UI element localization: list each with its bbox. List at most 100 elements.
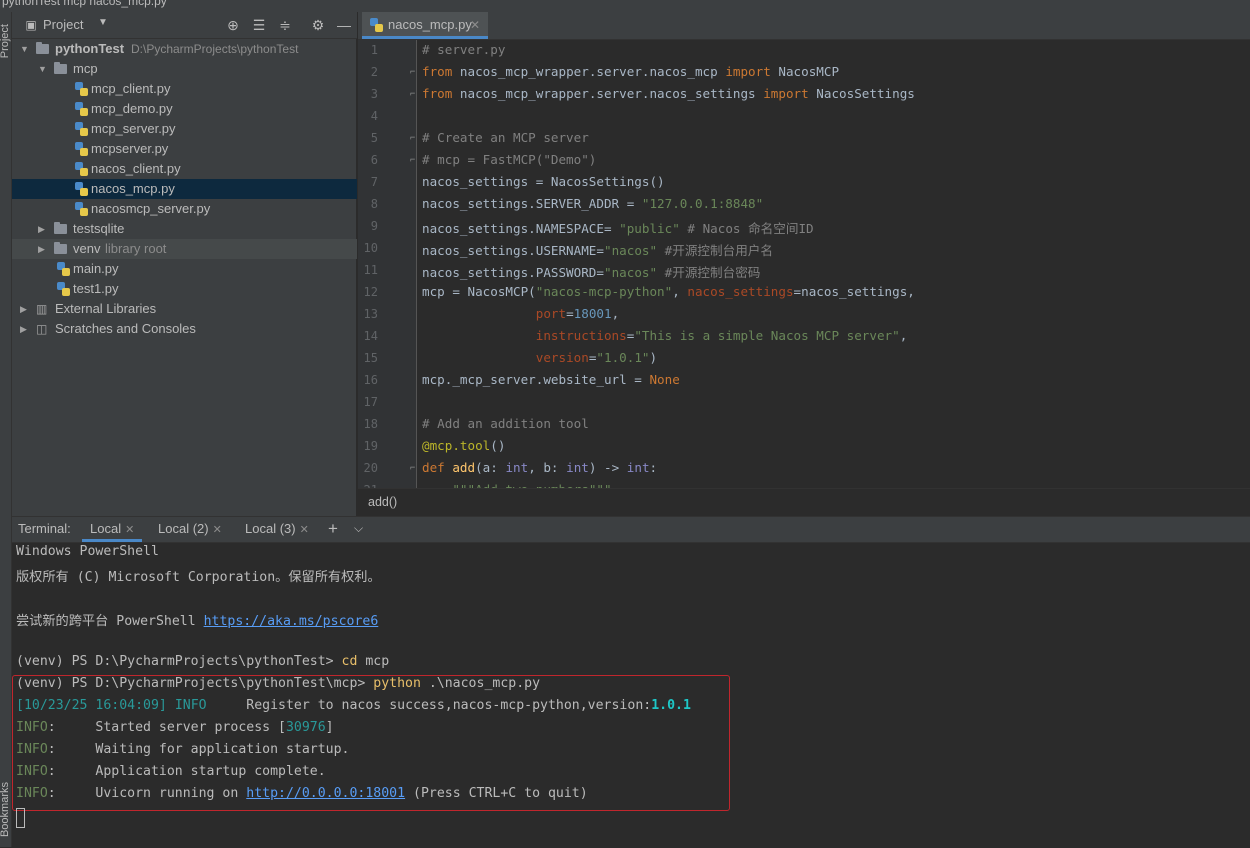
- minimize-icon[interactable]: —: [335, 16, 353, 34]
- close-icon[interactable]: ✕: [300, 524, 309, 536]
- close-icon[interactable]: ✕: [213, 524, 222, 536]
- libraries-icon: ▥: [36, 302, 48, 316]
- chevron-right-icon[interactable]: ▶: [20, 319, 27, 339]
- tree-item-venv[interactable]: ▶ venv library root: [12, 239, 357, 259]
- tree-item-label: venv: [73, 241, 101, 256]
- terminal-cursor: [16, 808, 25, 828]
- code-line: nacos_settings.USERNAME="nacos" #开源控制台用户…: [422, 243, 773, 258]
- chevron-down-icon[interactable]: ▼: [98, 17, 108, 28]
- folder-icon: [54, 222, 67, 234]
- python-file-icon: [57, 262, 70, 276]
- navigation-bar: pythonTest mcp nacos_mcp.py: [0, 0, 1250, 12]
- chevron-down-icon[interactable]: ⌵: [354, 517, 363, 542]
- editor-tab-bar: nacos_mcp.py ✕: [358, 12, 1250, 40]
- python-file-icon: [75, 162, 88, 176]
- tree-item-file[interactable]: main.py: [12, 259, 357, 279]
- collapse-all-icon[interactable]: ≑: [276, 16, 294, 34]
- python-file-icon: [75, 122, 88, 136]
- expand-all-icon[interactable]: ☰: [250, 16, 268, 34]
- code-line: # Add an addition tool: [422, 416, 589, 431]
- code-line: # mcp = FastMCP("Demo"): [422, 152, 597, 167]
- code-line: version="1.0.1"): [535, 350, 658, 365]
- python-file-icon: [75, 142, 88, 156]
- terminal-line: 版权所有 (C) Microsoft Corporation。保留所有权利。: [16, 570, 381, 585]
- code-content[interactable]: # server.py from nacos_mcp_wrapper.serve…: [358, 40, 1250, 488]
- code-line: @mcp.tool(): [422, 438, 506, 453]
- tab-label: nacos_mcp.py: [388, 17, 472, 32]
- terminal-output[interactable]: Windows PowerShell 版权所有 (C) Microsoft Co…: [12, 542, 1250, 848]
- tree-item-file[interactable]: mcp_demo.py: [12, 99, 357, 119]
- code-line: nacos_settings.NAMESPACE= "public" # Nac…: [422, 221, 814, 236]
- tab-label: Local (2): [158, 521, 209, 536]
- add-terminal-icon[interactable]: +: [328, 517, 338, 542]
- terminal-link[interactable]: https://aka.ms/pscore6: [204, 614, 379, 629]
- annotation-highlight-box: [12, 675, 730, 811]
- tree-item-label: nacos_mcp.py: [91, 181, 175, 196]
- tree-item-file-selected[interactable]: nacos_mcp.py: [12, 179, 357, 199]
- tree-item-label: main.py: [73, 261, 119, 276]
- close-icon[interactable]: ✕: [125, 524, 134, 536]
- tree-item-external-libraries[interactable]: ▶ ▥ External Libraries: [12, 299, 357, 319]
- chevron-right-icon[interactable]: ▶: [38, 219, 45, 239]
- tree-item-label: External Libraries: [55, 301, 157, 316]
- code-line: nacos_settings = NacosSettings(): [422, 174, 665, 189]
- terminal-label: Terminal:: [18, 521, 71, 536]
- python-file-icon: [57, 282, 70, 296]
- left-tool-stripe: Project Bookmarks: [0, 12, 12, 847]
- close-icon[interactable]: ✕: [470, 12, 480, 38]
- tree-item-label: test1.py: [73, 281, 119, 296]
- tab-local[interactable]: Local ✕: [82, 517, 143, 542]
- tab-label: Local: [90, 521, 122, 536]
- nav-breadcrumb[interactable]: pythonTest mcp nacos_mcp.py: [2, 0, 167, 8]
- tree-item-label: pythonTest: [55, 41, 125, 56]
- python-file-icon: [75, 202, 88, 216]
- tree-item-scratches[interactable]: ▶ ◫ Scratches and Consoles: [12, 319, 357, 339]
- tree-item-file[interactable]: nacosmcp_server.py: [12, 199, 357, 219]
- code-line: # Create an MCP server: [422, 130, 589, 145]
- breadcrumb-function[interactable]: add(): [368, 495, 397, 509]
- terminal-tab-bar: Terminal: Local ✕ Local (2) ✕ Local (3) ✕ +…: [12, 517, 1250, 543]
- code-line: nacos_settings.SERVER_ADDR = "127.0.0.1:…: [422, 196, 764, 211]
- chevron-right-icon[interactable]: ▶: [38, 239, 45, 259]
- tree-item-label: testsqlite: [73, 221, 125, 236]
- python-file-icon: [75, 182, 88, 196]
- chevron-right-icon[interactable]: ▶: [20, 299, 27, 319]
- tab-nacos-mcp[interactable]: nacos_mcp.py ✕: [362, 12, 488, 39]
- code-editor: nacos_mcp.py ✕ 1 2 3 4 5 6 7 8 9 10 11 1…: [358, 12, 1250, 517]
- tree-item-path: library root: [105, 241, 167, 256]
- tree-item-file[interactable]: mcp_client.py: [12, 79, 357, 99]
- tab-label: Local (3): [245, 521, 296, 536]
- tree-item-file[interactable]: nacos_client.py: [12, 159, 357, 179]
- code-line: from nacos_mcp_wrapper.server.nacos_sett…: [422, 86, 915, 101]
- code-line: port=18001,: [535, 306, 620, 321]
- tab-local-3[interactable]: Local (3) ✕: [245, 517, 309, 542]
- folder-icon: [36, 42, 49, 54]
- python-file-icon: [75, 102, 88, 116]
- project-panel: ▣ Project ▼ ⊕ ☰ ≑ ⚙ — ▼ pythonTest D:\Py…: [12, 12, 357, 516]
- project-panel-title[interactable]: Project: [43, 17, 83, 32]
- chevron-down-icon[interactable]: ▼: [20, 39, 29, 59]
- tree-item-label: mcp_demo.py: [91, 101, 173, 116]
- locate-icon[interactable]: ⊕: [224, 16, 242, 34]
- tree-item-file[interactable]: mcp_server.py: [12, 119, 357, 139]
- folder-icon: [54, 62, 67, 74]
- tree-item-file[interactable]: mcpserver.py: [12, 139, 357, 159]
- gear-icon[interactable]: ⚙: [309, 16, 327, 34]
- code-line: instructions="This is a simple Nacos MCP…: [535, 328, 908, 343]
- folder-icon: [54, 242, 67, 254]
- tree-item-pythontest[interactable]: ▼ pythonTest D:\PycharmProjects\pythonTe…: [12, 39, 357, 59]
- editor-breadcrumb: add(): [358, 488, 1250, 517]
- python-file-icon: [370, 18, 383, 32]
- tree-item-label: mcpserver.py: [91, 141, 169, 156]
- tree-item-testsqlite[interactable]: ▶ testsqlite: [12, 219, 357, 239]
- chevron-down-icon[interactable]: ▼: [38, 59, 47, 79]
- terminal-panel: Terminal: Local ✕ Local (2) ✕ Local (3) ✕ +…: [12, 516, 1250, 847]
- project-tool-button[interactable]: Project: [0, 24, 11, 58]
- tab-local-2[interactable]: Local (2) ✕: [158, 517, 222, 542]
- terminal-line: 尝试新的跨平台 PowerShell https://aka.ms/pscore…: [16, 614, 379, 629]
- tree-item-file[interactable]: test1.py: [12, 279, 357, 299]
- project-view-icon: ▣: [25, 18, 37, 32]
- code-line: def add(a: int, b: int) -> int:: [422, 460, 658, 475]
- tree-item-mcp[interactable]: ▼ mcp: [12, 59, 357, 79]
- bookmarks-tool-button[interactable]: Bookmarks: [0, 782, 11, 837]
